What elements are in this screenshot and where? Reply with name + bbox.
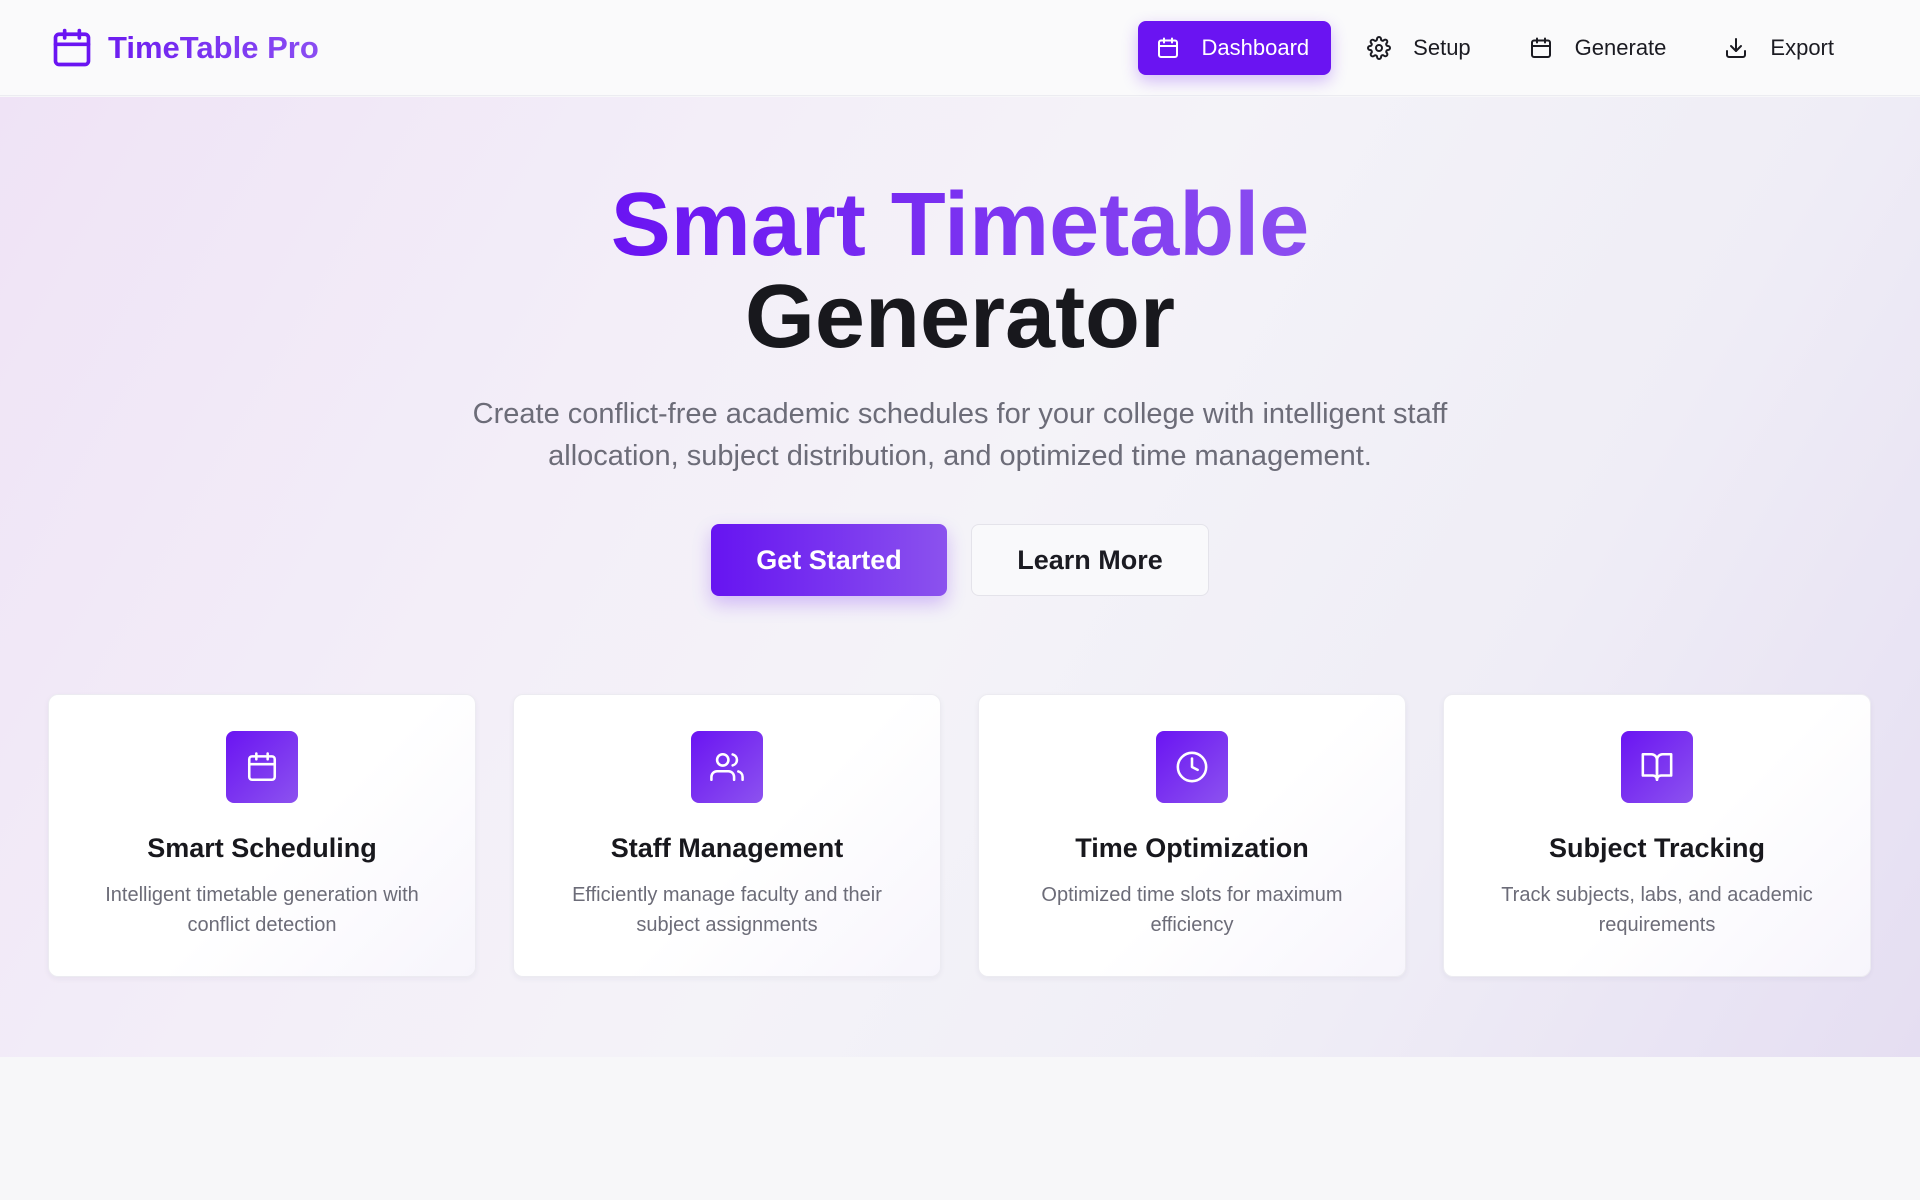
feature-title: Staff Management xyxy=(610,833,844,863)
calendar-icon xyxy=(53,28,91,66)
feature-card-staff-management: Staff Management Efficiently manage facu… xyxy=(513,694,941,977)
users-icon xyxy=(710,752,744,782)
book-icon xyxy=(1641,752,1673,782)
get-started-button[interactable]: Get Started xyxy=(711,524,947,596)
hero-title: Smart Timetable Generator xyxy=(0,179,1920,363)
feature-title: Subject Tracking xyxy=(1548,833,1766,863)
feature-card-time-optimization: Time Optimization Optimized time slots f… xyxy=(978,694,1406,977)
learn-more-button[interactable]: Learn More xyxy=(971,524,1209,596)
feature-icon-badge xyxy=(1621,731,1693,803)
feature-title: Smart Scheduling xyxy=(147,833,377,863)
hero-title-highlight: Smart Timetable xyxy=(610,175,1310,275)
feature-description: Optimized time slots for maximum efficie… xyxy=(1041,884,1343,936)
feature-description: Efficiently manage faculty and their sub… xyxy=(572,884,882,936)
nav-item-dashboard[interactable]: Dashboard xyxy=(1137,20,1332,75)
feature-icon-badge xyxy=(1156,731,1228,803)
nav-item-label: Dashboard xyxy=(1201,34,1310,60)
hero-title-main: Generator xyxy=(744,267,1176,367)
nav-item-generate[interactable]: Generate xyxy=(1511,21,1689,75)
feature-cards: Smart Scheduling Intelligent timetable g… xyxy=(48,694,1871,977)
hero-section: Smart Timetable Generator Create conflic… xyxy=(0,97,1920,1057)
nav-item-export[interactable]: Export xyxy=(1706,21,1856,75)
feature-title: Time Optimization xyxy=(1075,833,1309,863)
main-nav: Dashboard Setup Generate Export xyxy=(1137,20,1856,75)
feature-card-subject-tracking: Subject Tracking Track subjects, labs, a… xyxy=(1443,694,1871,977)
nav-item-setup[interactable]: Setup xyxy=(1349,21,1493,75)
calendar-icon xyxy=(247,752,277,782)
calendar-icon xyxy=(1157,37,1178,58)
gear-icon xyxy=(1367,35,1392,60)
feature-card-smart-scheduling: Smart Scheduling Intelligent timetable g… xyxy=(48,694,476,977)
calendar-icon xyxy=(1530,37,1551,58)
brand-logo[interactable]: TimeTable Pro xyxy=(50,26,319,70)
clock-icon xyxy=(1176,751,1208,783)
download-icon xyxy=(1726,37,1747,58)
brand-name: TimeTable Pro xyxy=(108,29,319,65)
nav-item-label: Setup xyxy=(1413,34,1471,60)
nav-item-label: Export xyxy=(1770,34,1834,60)
feature-description: Track subjects, labs, and academic requi… xyxy=(1501,884,1813,936)
feature-icon-badge xyxy=(226,731,298,803)
feature-icon-badge xyxy=(691,731,763,803)
hero-subtitle: Create conflict-free academic schedules … xyxy=(472,398,1448,472)
nav-item-label: Generate xyxy=(1574,34,1667,60)
top-navbar: TimeTable Pro Dashboard Setup Generate E… xyxy=(0,0,1920,96)
feature-description: Intelligent timetable generation with co… xyxy=(105,884,419,936)
